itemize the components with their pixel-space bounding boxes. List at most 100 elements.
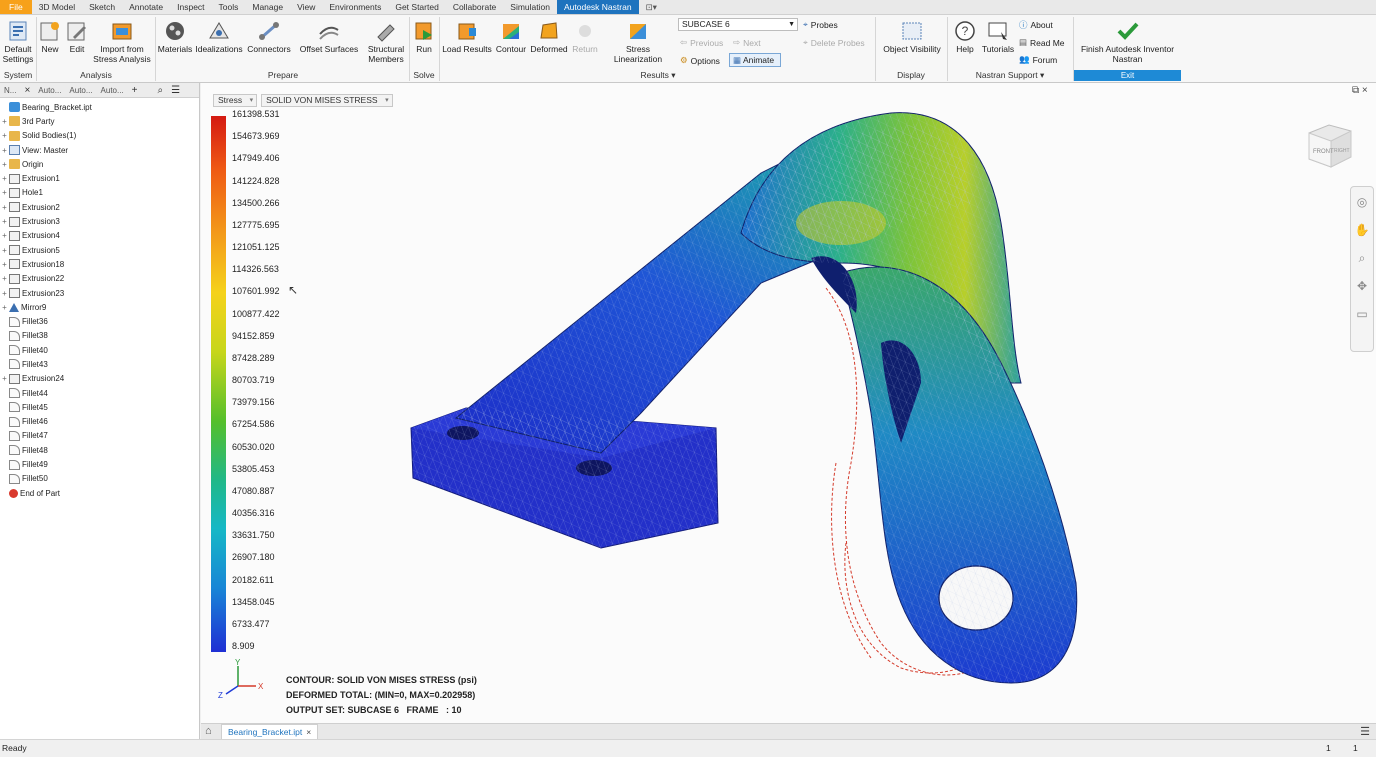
- look-at-icon[interactable]: ▭: [1353, 305, 1371, 323]
- browser-tab-model[interactable]: N...: [0, 86, 20, 95]
- expand-toggle-icon[interactable]: +: [0, 303, 9, 312]
- object-visibility-button[interactable]: Object Visibility: [880, 17, 944, 54]
- import-stress-analysis-button[interactable]: Import from Stress Analysis: [92, 17, 152, 64]
- menu-tab-manage[interactable]: Manage: [245, 0, 290, 14]
- finish-nastran-button[interactable]: Finish Autodesk Inventor Nastran: [1074, 17, 1181, 64]
- browser-item[interactable]: + Extrusion5: [0, 243, 199, 257]
- deformed-button[interactable]: Deformed: [529, 17, 569, 54]
- close-icon[interactable]: ×: [306, 727, 311, 737]
- expand-toggle-icon[interactable]: +: [0, 117, 9, 126]
- expand-toggle-icon[interactable]: +: [0, 203, 9, 212]
- browser-item[interactable]: Bearing_Bracket.ipt: [0, 100, 199, 114]
- expand-toggle-icon[interactable]: +: [0, 131, 9, 140]
- next-button[interactable]: ⇨ Next: [733, 37, 761, 48]
- menu-tab-inspect[interactable]: Inspect: [170, 0, 211, 14]
- connectors-button[interactable]: Connectors: [245, 17, 293, 54]
- forum-button[interactable]: 👥 Forum: [1019, 54, 1057, 65]
- browser-item[interactable]: Fillet36: [0, 314, 199, 328]
- browser-item[interactable]: Fillet48: [0, 443, 199, 457]
- menu-icon[interactable]: ☰: [167, 85, 184, 96]
- browser-item[interactable]: + Mirror9: [0, 300, 199, 314]
- browser-item[interactable]: + Solid Bodies(1): [0, 129, 199, 143]
- zoom-icon[interactable]: ⌕: [1353, 249, 1371, 267]
- browser-item[interactable]: End of Part: [0, 486, 199, 500]
- menu-tab-annotate[interactable]: Annotate: [122, 0, 170, 14]
- subcase-select[interactable]: SUBCASE 6 ▼: [678, 18, 798, 31]
- expand-toggle-icon[interactable]: +: [0, 231, 9, 240]
- graphics-viewport[interactable]: Stress SOLID VON MISES STRESS 161398.531…: [201, 83, 1376, 723]
- document-tab[interactable]: Bearing_Bracket.ipt ×: [221, 724, 319, 739]
- options-button[interactable]: ⚙ Options: [680, 55, 720, 66]
- menu-tab-autodesk-nastran[interactable]: Autodesk Nastran: [556, 0, 639, 14]
- ribbon-options-dropdown[interactable]: ⊡▾: [639, 0, 664, 14]
- help-button[interactable]: ? Help: [950, 17, 980, 54]
- browser-item[interactable]: + Hole1: [0, 186, 199, 200]
- run-button[interactable]: Run: [411, 17, 437, 54]
- browser-item[interactable]: Fillet40: [0, 343, 199, 357]
- panel-label-nastran-support[interactable]: Nastran Support ▾: [947, 70, 1073, 81]
- browser-item[interactable]: Fillet38: [0, 329, 199, 343]
- menu-tab-get-started[interactable]: Get Started: [388, 0, 445, 14]
- browser-item[interactable]: Fillet43: [0, 357, 199, 371]
- browser-item[interactable]: + Extrusion4: [0, 229, 199, 243]
- view-cube[interactable]: FRONT RIGHT: [1303, 119, 1355, 171]
- expand-toggle-icon[interactable]: +: [0, 160, 9, 169]
- browser-item[interactable]: + Extrusion2: [0, 200, 199, 214]
- browser-item[interactable]: + View: Master: [0, 143, 199, 157]
- home-icon[interactable]: ⌂: [205, 725, 212, 737]
- materials-button[interactable]: Materials: [157, 17, 193, 54]
- browser-item[interactable]: + Extrusion22: [0, 272, 199, 286]
- edit-analysis-button[interactable]: Edit: [64, 17, 90, 54]
- restore-window-icon[interactable]: ⧉: [1352, 85, 1359, 96]
- browser-item[interactable]: + Extrusion24: [0, 372, 199, 386]
- structural-members-button[interactable]: Structural Members: [364, 17, 408, 64]
- offset-surfaces-button[interactable]: Offset Surfaces: [298, 17, 360, 54]
- read-me-button[interactable]: ▤ Read Me: [1019, 37, 1065, 48]
- expand-toggle-icon[interactable]: +: [0, 274, 9, 283]
- browser-item[interactable]: Fillet49: [0, 457, 199, 471]
- browser-item[interactable]: Fillet46: [0, 415, 199, 429]
- probes-button[interactable]: ⌖ Probes: [803, 19, 838, 30]
- browser-item[interactable]: + Extrusion1: [0, 171, 199, 185]
- idealizations-button[interactable]: Idealizations: [195, 17, 243, 54]
- tutorials-button[interactable]: Tutorials: [980, 17, 1016, 54]
- menu-tab-tools[interactable]: Tools: [212, 0, 246, 14]
- expand-toggle-icon[interactable]: +: [0, 374, 9, 383]
- expand-toggle-icon[interactable]: +: [0, 246, 9, 255]
- browser-item[interactable]: Fillet45: [0, 400, 199, 414]
- new-analysis-button[interactable]: New: [38, 17, 62, 54]
- orbit-icon[interactable]: ✥: [1353, 277, 1371, 295]
- about-button[interactable]: ⓘ About: [1019, 19, 1053, 31]
- browser-tab-auto-1[interactable]: Auto...: [34, 86, 65, 95]
- browser-item[interactable]: + Origin: [0, 157, 199, 171]
- menu-tab-view[interactable]: View: [290, 0, 322, 14]
- return-button[interactable]: Return: [570, 17, 600, 54]
- browser-item[interactable]: Fillet47: [0, 429, 199, 443]
- browser-tab-auto-3[interactable]: Auto...: [97, 86, 128, 95]
- browser-item[interactable]: Fillet50: [0, 472, 199, 486]
- browser-tab-auto-2[interactable]: Auto...: [65, 86, 96, 95]
- hamburger-menu-icon[interactable]: ☰: [1360, 725, 1370, 738]
- pan-hand-icon[interactable]: ✋: [1353, 221, 1371, 239]
- menu-tab-simulation[interactable]: Simulation: [503, 0, 557, 14]
- animate-button[interactable]: ▦ Animate: [729, 53, 781, 67]
- bracket-model[interactable]: [201, 83, 1376, 723]
- steering-wheel-icon[interactable]: ◎: [1353, 193, 1371, 211]
- expand-toggle-icon[interactable]: +: [0, 146, 9, 155]
- expand-toggle-icon[interactable]: +: [0, 174, 9, 183]
- menu-tab-collaborate[interactable]: Collaborate: [446, 0, 503, 14]
- close-icon[interactable]: ×: [20, 85, 34, 96]
- add-tab-icon[interactable]: +: [128, 85, 142, 96]
- expand-toggle-icon[interactable]: +: [0, 188, 9, 197]
- browser-item[interactable]: + Extrusion18: [0, 257, 199, 271]
- search-icon[interactable]: ⌕: [154, 85, 168, 96]
- expand-toggle-icon[interactable]: +: [0, 217, 9, 226]
- close-window-icon[interactable]: ×: [1362, 85, 1368, 96]
- previous-button[interactable]: ⇦ Previous: [680, 37, 723, 48]
- default-settings-button[interactable]: Default Settings: [2, 17, 34, 64]
- expand-toggle-icon[interactable]: +: [0, 260, 9, 269]
- menu-tab-file[interactable]: File: [0, 0, 32, 14]
- expand-toggle-icon[interactable]: +: [0, 289, 9, 298]
- contour-button[interactable]: Contour: [494, 17, 528, 54]
- browser-item[interactable]: + Extrusion3: [0, 214, 199, 228]
